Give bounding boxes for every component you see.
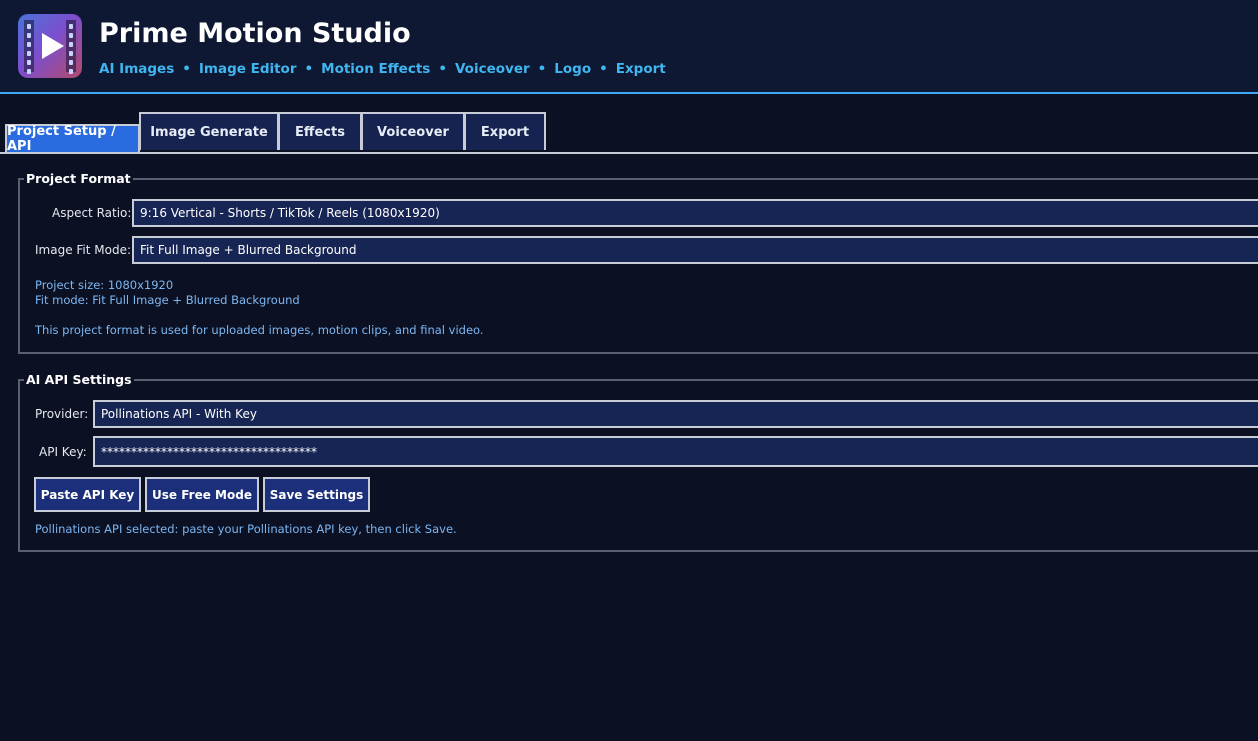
use-free-mode-button[interactable]: Use Free Mode [145,477,259,512]
app-title: Prime Motion Studio [99,18,411,49]
tab-bar: Project Setup / API Image Generate Effec… [0,112,1258,154]
api-settings-legend: AI API Settings [26,372,132,387]
project-size-info: Project size: 1080x1920 [35,278,174,292]
top-nav: AI Images • Image Editor • Motion Effects • Vo… [99,61,666,77]
nav-separator: • [304,61,314,77]
api-status-message: Pollinations API selected: paste your Po… [35,522,457,536]
tab-effects[interactable]: Effects [278,112,362,150]
fit-mode-label: Image Fit Mode: [35,243,132,257]
nav-link-export[interactable]: Export [616,61,666,77]
aspect-ratio-label: Aspect Ratio: [52,206,132,220]
tab-project-setup[interactable]: Project Setup / API [5,124,140,154]
nav-link-motion-effects[interactable]: Motion Effects [321,61,430,77]
project-format-note: This project format is used for uploaded… [35,323,484,337]
tab-export[interactable]: Export [464,112,546,150]
provider-select[interactable]: Pollinations API - With Key [93,400,1258,428]
api-key-label: API Key: [39,445,87,459]
fit-mode-select[interactable]: Fit Full Image + Blurred Background [132,236,1258,264]
nav-separator: • [599,61,608,77]
tab-image-generate[interactable]: Image Generate [139,112,279,150]
play-film-icon [18,14,82,78]
nav-separator: • [182,61,191,77]
provider-label: Provider: [35,407,89,421]
project-format-legend: Project Format [26,171,131,186]
nav-link-image-editor[interactable]: Image Editor [199,61,297,77]
tab-voiceover[interactable]: Voiceover [361,112,465,150]
save-settings-button[interactable]: Save Settings [263,477,370,512]
aspect-ratio-select[interactable]: 9:16 Vertical - Shorts / TikTok / Reels … [132,199,1258,227]
app-header: Prime Motion Studio AI Images • Image Edit… [0,0,1258,94]
nav-link-logo[interactable]: Logo [554,61,591,77]
fit-mode-info: Fit mode: Fit Full Image + Blurred Backg… [35,293,300,307]
nav-separator: • [438,61,447,77]
nav-separator: • [537,61,547,77]
api-key-input[interactable]: ************************************ [93,436,1258,467]
nav-link-ai-images[interactable]: AI Images [99,61,174,77]
nav-link-voiceover[interactable]: Voiceover [455,61,530,77]
paste-api-key-button[interactable]: Paste API Key [34,477,141,512]
